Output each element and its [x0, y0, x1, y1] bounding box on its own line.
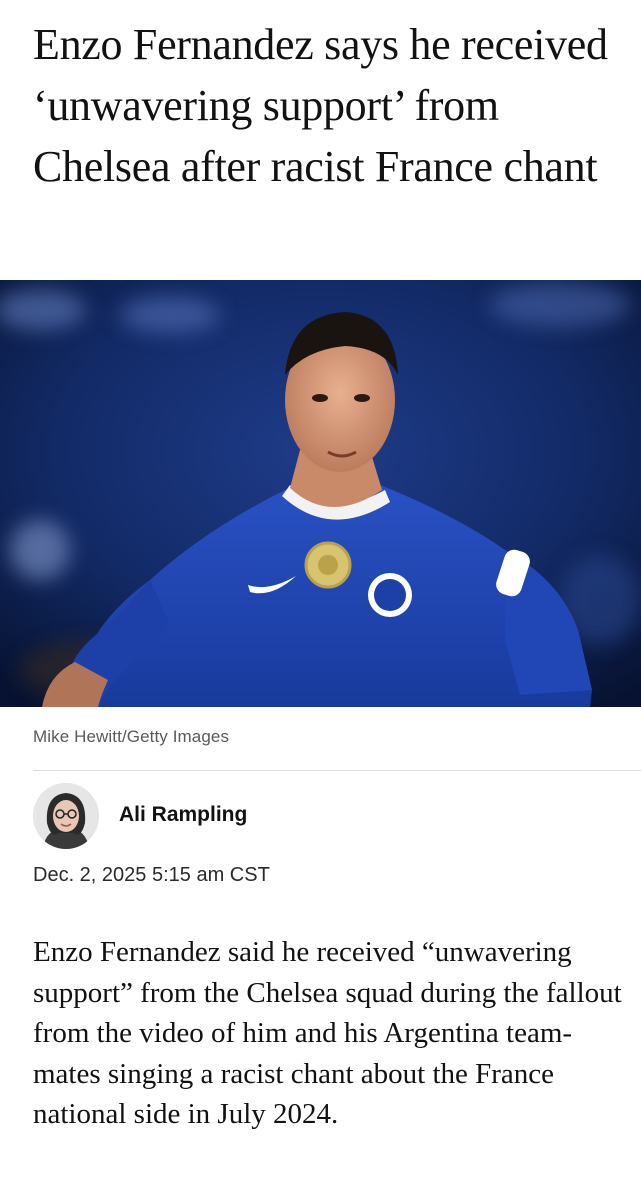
article-lede: Enzo Fernandez said he received “unwaver… — [33, 936, 622, 1130]
divider — [33, 770, 641, 771]
photo-credit: Mike Hewitt/Getty Images — [33, 727, 230, 746]
author-avatar-icon[interactable] — [33, 783, 99, 849]
article-headline: Enzo Fernandez says he received ‘unwaver… — [33, 20, 608, 191]
footballer-photo-icon — [0, 280, 641, 707]
author-name-link[interactable]: Ali Rampling — [119, 803, 247, 827]
publish-timestamp: Dec. 2, 2025 5:15 am CST — [33, 864, 270, 886]
hero-photo — [0, 280, 641, 707]
